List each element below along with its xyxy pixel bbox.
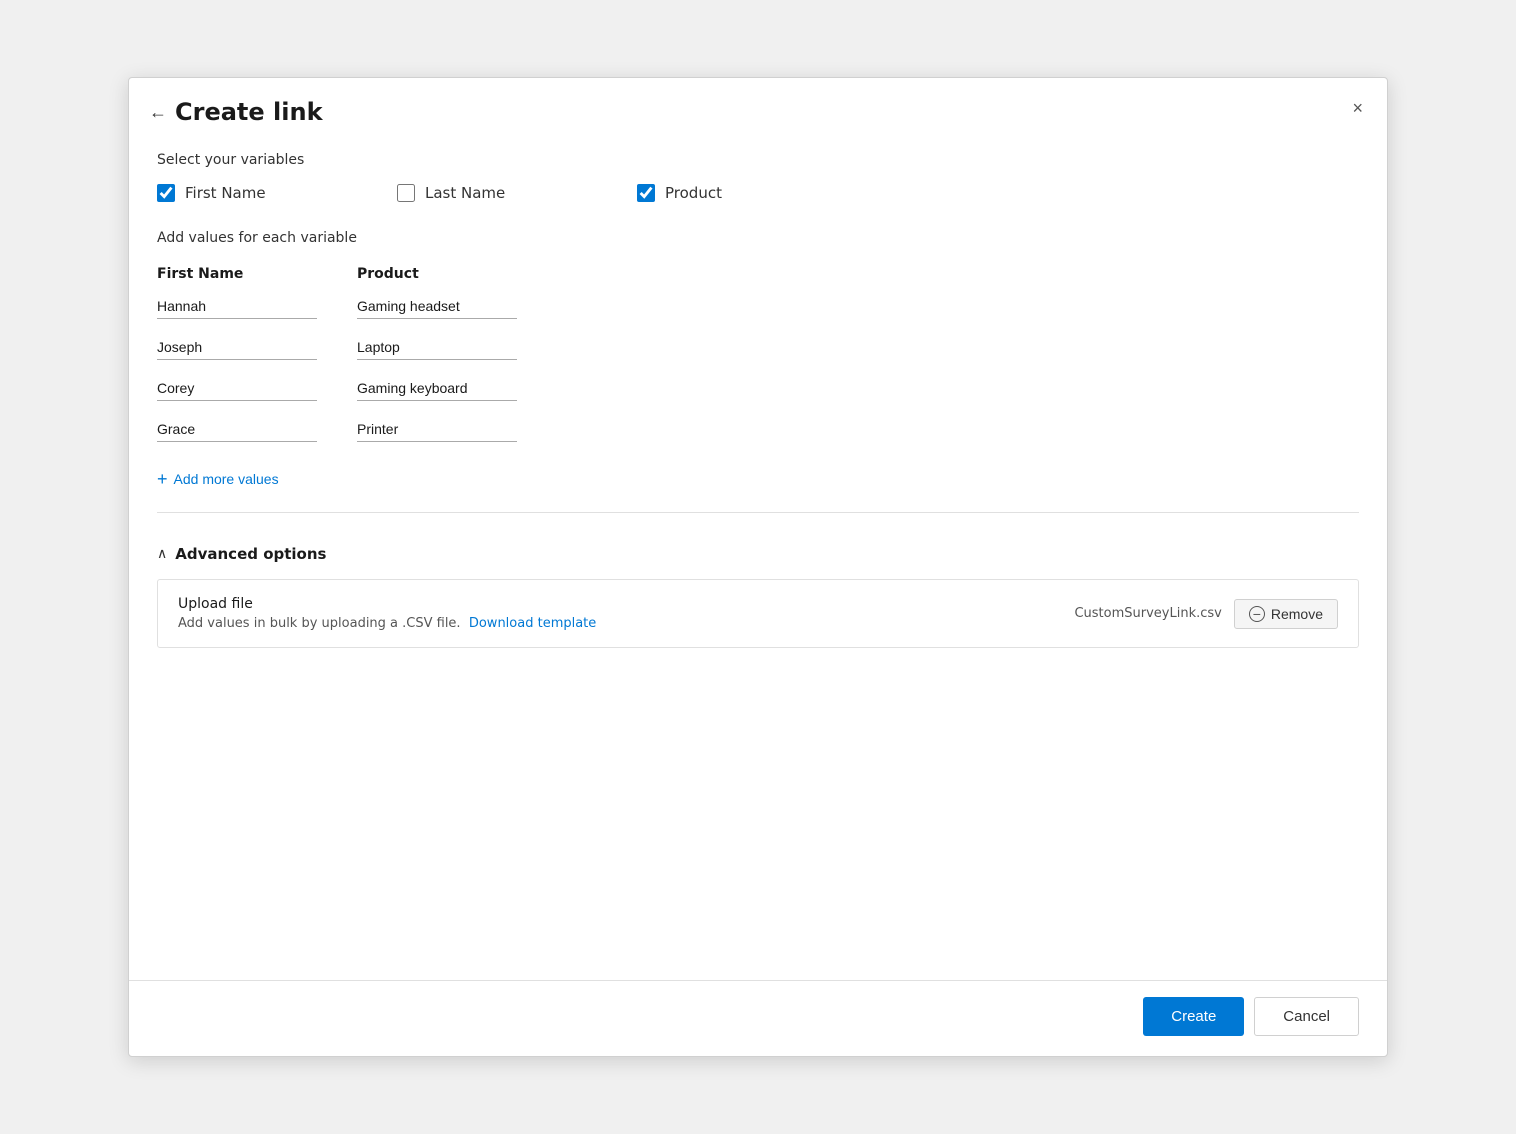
advanced-options-title: Advanced options <box>175 545 326 563</box>
input-row4-product[interactable] <box>357 417 517 442</box>
col-header-product: Product <box>357 266 597 294</box>
upload-section: Upload file Add values in bulk by upload… <box>178 596 1338 631</box>
upload-title: Upload file <box>178 596 1074 612</box>
upload-desc-text: Add values in bulk by uploading a .CSV f… <box>178 616 461 631</box>
row-2-product-cell <box>357 335 597 376</box>
create-link-dialog: ← Create link × Select your variables Fi… <box>128 77 1388 1057</box>
advanced-options-section: ∧ Advanced options Upload file Add value… <box>157 529 1359 666</box>
download-template-link[interactable]: Download template <box>469 616 596 631</box>
row-1-product-cell <box>357 294 597 335</box>
row-4-product-cell <box>357 417 597 458</box>
input-row2-first-name[interactable] <box>157 335 317 360</box>
dialog-body: Select your variables First Name Last Na… <box>129 136 1387 980</box>
remove-label: Remove <box>1271 606 1323 622</box>
input-row4-first-name[interactable] <box>157 417 317 442</box>
add-values-section-label: Add values for each variable <box>157 230 1359 246</box>
cancel-button[interactable]: Cancel <box>1254 997 1359 1036</box>
remove-button[interactable]: − Remove <box>1234 599 1338 629</box>
dialog-header: ← Create link × <box>129 78 1387 136</box>
plus-icon: + <box>157 470 168 488</box>
input-row3-first-name[interactable] <box>157 376 317 401</box>
checkbox-group-product: Product <box>637 184 877 202</box>
close-button[interactable]: × <box>1348 94 1367 123</box>
divider <box>157 512 1359 513</box>
row-4-first-name-cell <box>157 417 357 458</box>
upload-info: Upload file Add values in bulk by upload… <box>178 596 1074 631</box>
checkbox-group-first-name: First Name <box>157 184 397 202</box>
add-values-section: Add values for each variable First Name … <box>157 230 1359 492</box>
checkbox-group-last-name: Last Name <box>397 184 637 202</box>
variables-row: First Name Last Name Product <box>157 184 1359 202</box>
checkbox-last-name[interactable] <box>397 184 415 202</box>
remove-icon: − <box>1249 606 1265 622</box>
advanced-options-box: Upload file Add values in bulk by upload… <box>157 579 1359 648</box>
add-more-label: Add more values <box>174 471 279 487</box>
back-button[interactable]: ← <box>149 102 167 123</box>
create-button[interactable]: Create <box>1143 997 1244 1036</box>
dialog-footer: Create Cancel <box>129 980 1387 1056</box>
upload-desc: Add values in bulk by uploading a .CSV f… <box>178 616 1074 631</box>
file-actions: CustomSurveyLink.csv − Remove <box>1074 599 1338 629</box>
checkbox-product-label[interactable]: Product <box>665 184 722 202</box>
checkbox-first-name[interactable] <box>157 184 175 202</box>
input-row1-first-name[interactable] <box>157 294 317 319</box>
variables-section-label: Select your variables <box>157 152 1359 168</box>
input-row2-product[interactable] <box>357 335 517 360</box>
values-table: First Name Product <box>157 266 1359 458</box>
checkbox-product[interactable] <box>637 184 655 202</box>
row-2-first-name-cell <box>157 335 357 376</box>
col-header-first-name: First Name <box>157 266 357 294</box>
row-1-first-name-cell <box>157 294 357 335</box>
input-row1-product[interactable] <box>357 294 517 319</box>
row-3-product-cell <box>357 376 597 417</box>
advanced-options-header[interactable]: ∧ Advanced options <box>157 545 1359 563</box>
checkbox-last-name-label[interactable]: Last Name <box>425 184 505 202</box>
row-3-first-name-cell <box>157 376 357 417</box>
add-more-values-button[interactable]: + Add more values <box>157 466 279 492</box>
dialog-title: Create link <box>175 98 323 126</box>
input-row3-product[interactable] <box>357 376 517 401</box>
checkbox-first-name-label[interactable]: First Name <box>185 184 266 202</box>
chevron-up-icon: ∧ <box>157 546 167 562</box>
filename-label: CustomSurveyLink.csv <box>1074 606 1221 621</box>
